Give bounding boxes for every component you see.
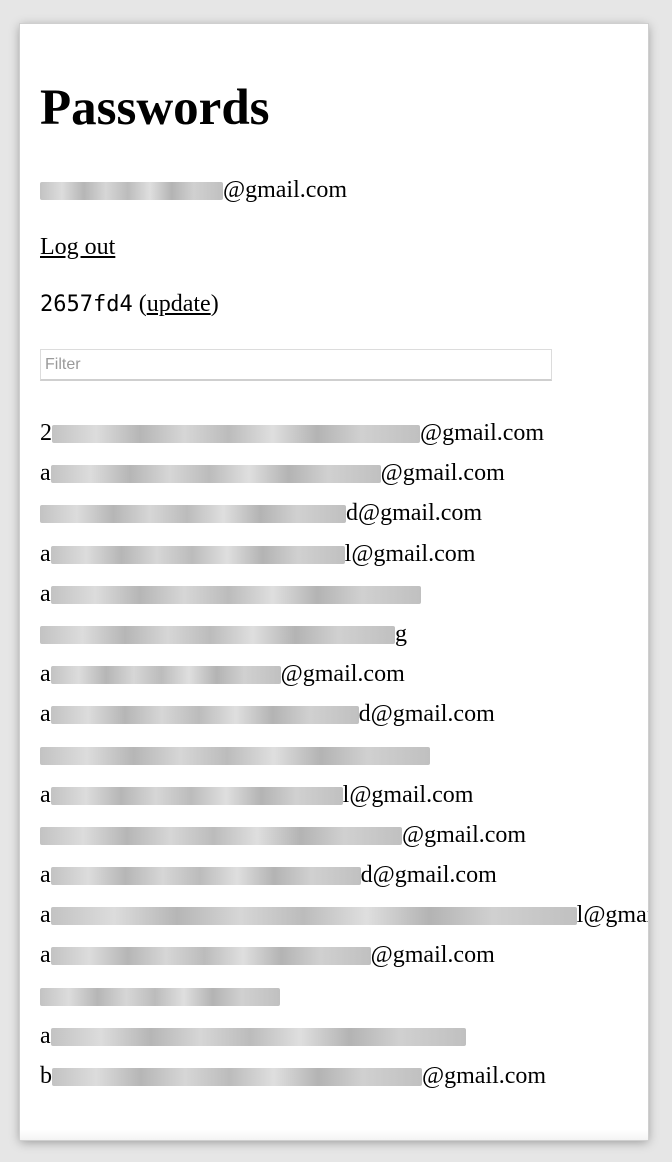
password-entry[interactable]: a d@gmail.com	[40, 859, 648, 899]
password-entry[interactable]: 2 @gmail.com	[40, 417, 648, 457]
version-hash: 2657fd4	[40, 292, 133, 317]
redacted-entry-text	[52, 425, 420, 443]
redacted-entry-text	[50, 465, 381, 484]
redacted-entry-text	[40, 505, 346, 524]
entry-suffix: g	[395, 620, 407, 647]
entry-prefix: a	[40, 1022, 51, 1049]
entry-prefix: a	[40, 781, 51, 808]
password-entry[interactable]	[40, 980, 648, 1020]
entry-prefix: a	[40, 661, 51, 688]
entry-prefix: 2	[40, 420, 52, 446]
redacted-entry-text	[50, 706, 359, 725]
redacted-entry-text	[50, 947, 371, 966]
password-entry[interactable]: a	[40, 1020, 648, 1060]
password-entry[interactable]: d@gmail.com	[40, 497, 648, 537]
password-entry[interactable]: a l@gmail.com	[40, 899, 648, 939]
entry-suffix: @gmail.com	[280, 661, 405, 688]
entry-suffix: d@gmail.com	[346, 500, 483, 527]
entry-suffix: l@gmail.com	[344, 540, 476, 567]
redacted-entry-text	[40, 625, 395, 644]
password-entry[interactable]: b @gmail.com	[40, 1060, 648, 1100]
redacted-entry-text	[50, 585, 421, 604]
password-entry[interactable]: @gmail.com	[40, 819, 648, 859]
entry-prefix: a	[40, 460, 51, 487]
redacted-entry-text	[52, 1068, 422, 1086]
password-entry[interactable]: a l@gmail.com	[40, 779, 648, 819]
password-entry[interactable]: a @gmail.com	[40, 457, 648, 497]
password-list: 2 @gmail.com a @gmail.com d@gmail.com a l@gmai…	[40, 417, 648, 1100]
entry-prefix: b	[40, 1063, 52, 1089]
entry-prefix: a	[40, 580, 51, 607]
logout-link[interactable]: Log out	[40, 231, 115, 263]
redacted-entry-text	[40, 987, 280, 1006]
redacted-entry-text	[50, 867, 361, 886]
password-entry[interactable]	[40, 739, 648, 779]
account-email: @gmail.com	[40, 174, 347, 206]
entry-prefix: a	[40, 942, 51, 969]
redacted-username	[40, 182, 223, 200]
version-open-paren: (	[132, 291, 147, 317]
redacted-entry-text	[50, 545, 345, 564]
redacted-entry-text	[40, 826, 402, 845]
redacted-entry-text	[50, 1027, 466, 1046]
entry-prefix: a	[40, 862, 51, 889]
redacted-entry-text	[50, 907, 577, 926]
redacted-entry-text	[40, 746, 430, 765]
page-content: Passwords @gmail.com Log out 2657fd4 (up…	[40, 24, 648, 1140]
version-row: 2657fd4 (update)	[40, 288, 219, 321]
password-entry[interactable]: g	[40, 618, 648, 658]
page-title: Passwords	[40, 80, 270, 136]
password-entry[interactable]: a d@gmail.com	[40, 698, 648, 738]
browser-window: Passwords @gmail.com Log out 2657fd4 (up…	[20, 24, 648, 1140]
filter-input[interactable]	[40, 349, 552, 381]
password-entry[interactable]: a l@gmail.com	[40, 538, 648, 578]
password-entry[interactable]: a @gmail.com	[40, 939, 648, 979]
entry-prefix: a	[40, 540, 51, 567]
password-entry[interactable]: a	[40, 578, 648, 618]
entry-suffix: @gmail.com	[420, 420, 545, 446]
redacted-entry-text	[50, 786, 343, 805]
entry-suffix: @gmail.com	[380, 460, 505, 487]
bottom-fade	[20, 1130, 648, 1140]
entry-suffix: l@gmail.com	[576, 902, 648, 929]
entry-prefix: a	[40, 902, 51, 929]
version-close-paren: )	[210, 291, 219, 317]
entry-suffix: d@gmail.com	[360, 862, 497, 889]
entry-suffix: @gmail.com	[402, 821, 527, 848]
entry-suffix: d@gmail.com	[358, 701, 495, 728]
entry-suffix: l@gmail.com	[342, 781, 474, 808]
account-email-domain: @gmail.com	[223, 177, 348, 203]
entry-suffix: @gmail.com	[422, 1063, 547, 1089]
password-entry[interactable]: a @gmail.com	[40, 658, 648, 698]
entry-prefix: a	[40, 701, 51, 728]
update-link[interactable]: update	[147, 291, 211, 317]
redacted-entry-text	[50, 666, 281, 685]
entry-suffix: @gmail.com	[370, 942, 495, 969]
